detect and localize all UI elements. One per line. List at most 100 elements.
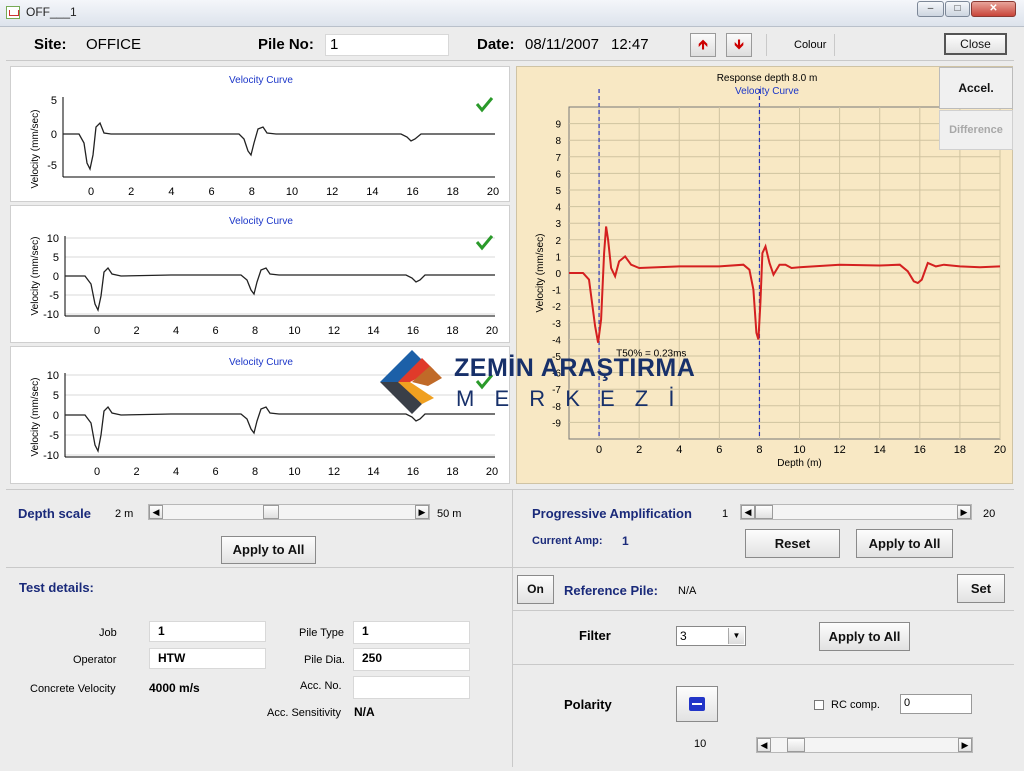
velocity-chart-2-svg: Velocity Curve Velocity (mm/sec) 10 5 0 -5 -… <box>30 216 498 337</box>
x-tick-label: 4 <box>168 186 174 198</box>
depth-scale-scrollbar[interactable]: ◀ ▶ <box>148 504 430 520</box>
x-tick-label: 4 <box>676 444 682 456</box>
reference-on-button[interactable]: On <box>517 575 554 604</box>
amplification-min-label: 1 <box>722 508 729 520</box>
y-tick-label: 3 <box>555 219 561 230</box>
chart-2-title: Velocity Curve <box>229 216 293 227</box>
section-divider <box>513 567 1014 568</box>
window-title: OFF___1 <box>26 5 77 19</box>
y-tick-label: 4 <box>555 203 561 214</box>
pile-dia-value: 250 <box>362 651 383 665</box>
time-value: 12:47 <box>611 36 649 53</box>
amplification-apply-all-button[interactable]: Apply to All <box>856 529 953 558</box>
chart-title: Response depth 8.0 m <box>717 73 818 84</box>
y-tick-label: 1 <box>555 252 561 263</box>
reset-button[interactable]: Reset <box>745 529 840 558</box>
x-tick-label: 8 <box>252 325 258 337</box>
rc-comp-checkbox[interactable] <box>814 700 824 710</box>
maximize-icon[interactable]: □ <box>945 1 970 17</box>
chart-2-ytick: -10 <box>43 309 59 321</box>
x-tick-label: 14 <box>366 186 378 198</box>
scroll-left-icon[interactable]: ◀ <box>741 505 755 519</box>
depth-scale-thumb[interactable] <box>262 505 279 519</box>
date-value: 08/11/2007 <box>525 36 599 53</box>
pile-dia-label: Pile Dia. <box>304 654 345 666</box>
header-divider-2 <box>834 34 835 56</box>
chart-3-ytick: 10 <box>47 370 59 382</box>
accel-button[interactable]: Accel. <box>939 67 1013 109</box>
y-tick-label: 8 <box>555 136 561 147</box>
velocity-chart-1: Velocity Curve Velocity (mm/sec) 5 0 -5 0 2… <box>10 66 510 202</box>
chart-2-ytick: 10 <box>47 233 59 245</box>
scroll-right-icon[interactable]: ▶ <box>958 738 972 752</box>
chart-1-trace <box>63 121 495 171</box>
scroll-left-icon[interactable]: ◀ <box>149 505 163 519</box>
amplification-scrollbar[interactable]: ◀ ▶ <box>740 504 972 520</box>
chart-3-ytick: 5 <box>53 390 59 402</box>
x-tick-label: 12 <box>328 466 340 478</box>
chart-2-ylabel: Velocity (mm/sec) <box>30 237 41 316</box>
reference-set-button[interactable]: Set <box>957 574 1005 603</box>
x-tick-label: 0 <box>94 325 100 337</box>
x-tick-label: 8 <box>252 466 258 478</box>
depth-apply-all-button[interactable]: Apply to All <box>221 536 316 564</box>
pile-dia-field[interactable]: 250 <box>353 648 470 671</box>
x-tick-label: 18 <box>954 444 966 456</box>
velocity-trace <box>569 226 1001 343</box>
chart-2-ytick: -5 <box>49 290 59 302</box>
x-tick-label: 20 <box>994 444 1006 456</box>
polarity-thumb[interactable] <box>787 738 805 752</box>
colour-button[interactable]: Colour <box>794 39 826 51</box>
x-tick-label: 2 <box>133 325 139 337</box>
section-divider <box>513 610 1014 611</box>
chart-1-yticks: 5 0 -5 <box>47 95 57 172</box>
x-tick-label: 20 <box>487 186 499 198</box>
difference-button[interactable]: Difference <box>939 110 1013 150</box>
watermark-line-1: ZEMİN ARAŞTIRMA <box>454 354 696 382</box>
y-tick-label: -2 <box>552 302 561 313</box>
depth-max-label: 50 m <box>437 508 462 520</box>
filter-select[interactable]: 3 ▼ <box>676 626 746 646</box>
polarity-toggle-button[interactable] <box>676 686 718 722</box>
current-amp-label: Current Amp: <box>532 535 603 547</box>
pile-type-label: Pile Type <box>299 627 345 639</box>
test-details-label: Test details: <box>19 580 94 595</box>
y-tick-label: -3 <box>552 319 561 330</box>
section-divider <box>513 664 1014 665</box>
x-tick-label: 10 <box>288 466 300 478</box>
acc-sensitivity-label: Acc. Sensitivity <box>267 707 341 719</box>
x-tick-label: 8 <box>249 186 255 198</box>
previous-pile-button[interactable]: 🡹 <box>690 33 716 57</box>
acc-no-label: Acc. No. <box>300 680 342 692</box>
chart-xlabel: Depth (m) <box>777 458 821 469</box>
y-tick-label: 0 <box>555 269 561 280</box>
window-close-icon[interactable]: ✕ <box>971 1 1016 17</box>
acc-no-field[interactable] <box>353 676 470 699</box>
filter-apply-all-button[interactable]: Apply to All <box>819 622 910 651</box>
next-pile-button[interactable]: 🡻 <box>726 33 752 57</box>
pile-type-field[interactable]: 1 <box>353 621 470 644</box>
scroll-left-icon[interactable]: ◀ <box>757 738 771 752</box>
rc-comp-field[interactable]: 0 <box>900 694 972 714</box>
x-tick-labels: 0 2 4 6 8 10 12 14 16 18 20 <box>88 186 499 198</box>
chevron-down-icon[interactable]: ▼ <box>728 628 744 644</box>
amplification-thumb[interactable] <box>755 505 773 519</box>
close-button[interactable]: Close <box>944 33 1007 55</box>
chart-ylabel: Velocity (mm/sec) <box>535 234 546 313</box>
x-tick-label: 2 <box>128 186 134 198</box>
minimize-icon[interactable]: – <box>917 1 944 17</box>
pile-no-field[interactable]: 1 <box>325 34 449 56</box>
filter-label: Filter <box>579 628 611 643</box>
scroll-right-icon[interactable]: ▶ <box>957 505 971 519</box>
watermark-logo: ZEMİN ARAŞTIRMA M E R K E Z İ <box>370 342 695 424</box>
y-tick-label: 9 <box>555 120 561 131</box>
x-tick-label: 20 <box>486 325 498 337</box>
job-field[interactable]: 1 <box>149 621 266 642</box>
polarity-scrollbar[interactable]: ◀ ▶ <box>756 737 973 753</box>
operator-field[interactable]: HTW <box>149 648 266 669</box>
x-tick-label: 6 <box>209 186 215 198</box>
x-tick-label: 18 <box>447 186 459 198</box>
chart-2-trace <box>65 266 495 312</box>
scroll-right-icon[interactable]: ▶ <box>415 505 429 519</box>
x-tick-label: 2 <box>636 444 642 456</box>
